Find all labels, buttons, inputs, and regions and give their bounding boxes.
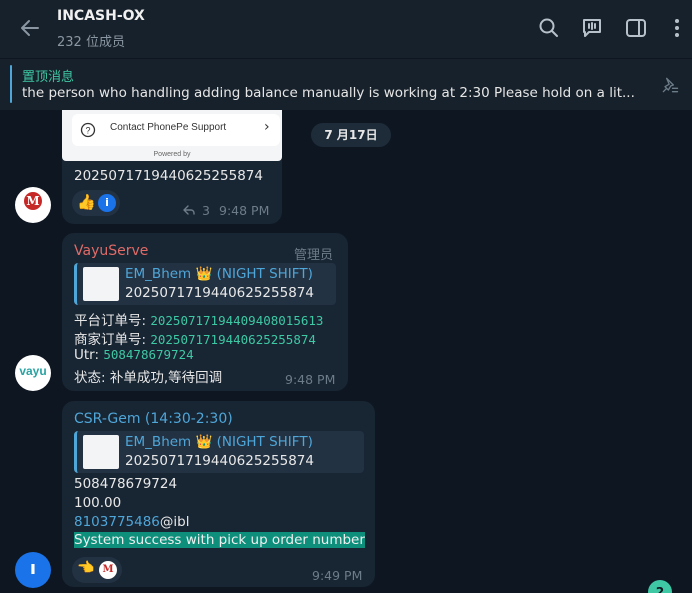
merchant-order-value[interactable]: 2025071719440625255874 xyxy=(150,332,316,347)
avatar[interactable]: vayu xyxy=(15,355,51,391)
avatar[interactable]: ı xyxy=(15,552,51,588)
unread-badge[interactable]: 2 xyxy=(648,580,672,593)
more-menu-icon[interactable] xyxy=(665,16,689,40)
powered-by-label: Powered by xyxy=(153,151,191,158)
chevron-right-icon: › xyxy=(264,119,270,135)
pinned-message-bar[interactable]: 置顶消息 the person who handling adding bala… xyxy=(0,58,692,110)
thumbs-up-icon: 👍 xyxy=(77,193,96,211)
sender-name[interactable]: VayuServe xyxy=(74,243,148,259)
reply-sender: EM_Bhem 👑 (NIGHT SHIFT) xyxy=(125,266,313,282)
message-time: 9:49 PM xyxy=(312,568,363,583)
search-icon[interactable] xyxy=(537,16,561,40)
utr-label: Utr: xyxy=(74,347,104,363)
reply-thumbnail xyxy=(83,435,119,469)
reply-count[interactable]: 3 xyxy=(202,203,210,218)
reactor-avatar: M xyxy=(99,561,117,579)
pinned-text: the person who handling adding balance m… xyxy=(22,85,635,101)
status-line: 状态: 补单成功,等待回调 xyxy=(74,370,223,386)
chat-header: INCASH-OX 232 位成员 xyxy=(0,0,692,58)
message-text: 2025071719440625255874 xyxy=(74,168,263,184)
message-time: 9:48 PM xyxy=(285,372,336,387)
amount-line: 100.00 xyxy=(74,495,122,511)
date-separator: 7 月17日 xyxy=(311,123,391,147)
back-arrow-icon[interactable] xyxy=(18,16,42,40)
maha-pay-logo-icon: M xyxy=(24,192,42,210)
message-bubble[interactable]: VayuServe 管理员 EM_Bhem 👑 (NIGHT SHIFT) 20… xyxy=(62,233,348,391)
phonepe-preview[interactable]: ? Contact PhonePe Support › Powered by xyxy=(62,110,282,161)
unpin-icon[interactable] xyxy=(660,75,680,95)
pointing-hand-icon: 👈 xyxy=(77,560,95,576)
highlighted-text: System success with pick up order number xyxy=(74,532,365,548)
pinned-indicator xyxy=(10,65,12,103)
reactions[interactable]: 👍 i xyxy=(72,190,120,216)
member-count: 232 位成员 xyxy=(57,35,125,50)
platform-order-label: 平台订单号: xyxy=(74,313,151,329)
message-time: 9:48 PM xyxy=(219,203,270,218)
message-bubble[interactable]: ? Contact PhonePe Support › Powered by 2… xyxy=(62,110,282,224)
reply-sender: EM_Bhem 👑 (NIGHT SHIFT) xyxy=(125,434,313,450)
utr-value[interactable]: 508478679724 xyxy=(103,347,193,362)
utr-line: Utr: 508478679724 xyxy=(74,347,194,363)
platform-order-line: 平台订单号: 20250717194409408015613 xyxy=(74,309,323,329)
vayu-logo: vayu xyxy=(19,364,47,378)
utr-line: 508478679724 xyxy=(74,476,178,492)
reply-icon[interactable] xyxy=(182,203,196,217)
reply-text: 2025071719440625255874 xyxy=(125,285,314,301)
indus-logo-icon: ı xyxy=(29,558,37,579)
reactor-avatar: i xyxy=(98,194,116,212)
upi-suffix: @ibl xyxy=(159,514,190,530)
chat-title[interactable]: INCASH-OX xyxy=(57,8,145,24)
reactions[interactable]: 👈 M xyxy=(72,557,122,583)
merchant-order-line: 商家订单号: 2025071719440625255874 xyxy=(74,328,316,348)
pinned-label: 置顶消息 xyxy=(22,70,75,85)
reply-thumbnail xyxy=(83,267,119,301)
avatar[interactable]: M xyxy=(15,187,51,223)
support-card[interactable]: ? Contact PhonePe Support › xyxy=(72,114,280,146)
upi-line: 8103775486@ibl xyxy=(74,514,189,530)
reply-text: 2025071719440625255874 xyxy=(125,453,314,469)
svg-text:?: ? xyxy=(85,126,90,136)
platform-order-value[interactable]: 20250717194409408015613 xyxy=(150,313,323,328)
phone-link[interactable]: 8103775486 xyxy=(74,514,160,530)
reply-preview[interactable]: EM_Bhem 👑 (NIGHT SHIFT) 2025071719440625… xyxy=(74,431,364,473)
sender-name[interactable]: CSR-Gem (14:30-2:30) xyxy=(74,411,233,427)
merchant-order-label: 商家订单号: xyxy=(74,332,151,348)
sidebar-toggle-icon[interactable] xyxy=(624,16,648,40)
message-bubble[interactable]: CSR-Gem (14:30-2:30) EM_Bhem 👑 (NIGHT SH… xyxy=(62,401,375,587)
live-stream-icon[interactable] xyxy=(580,16,604,40)
support-label: Contact PhonePe Support xyxy=(110,122,227,133)
admin-badge: 管理员 xyxy=(294,248,334,263)
help-icon: ? xyxy=(80,122,96,138)
reply-preview[interactable]: EM_Bhem 👑 (NIGHT SHIFT) 2025071719440625… xyxy=(74,263,336,305)
